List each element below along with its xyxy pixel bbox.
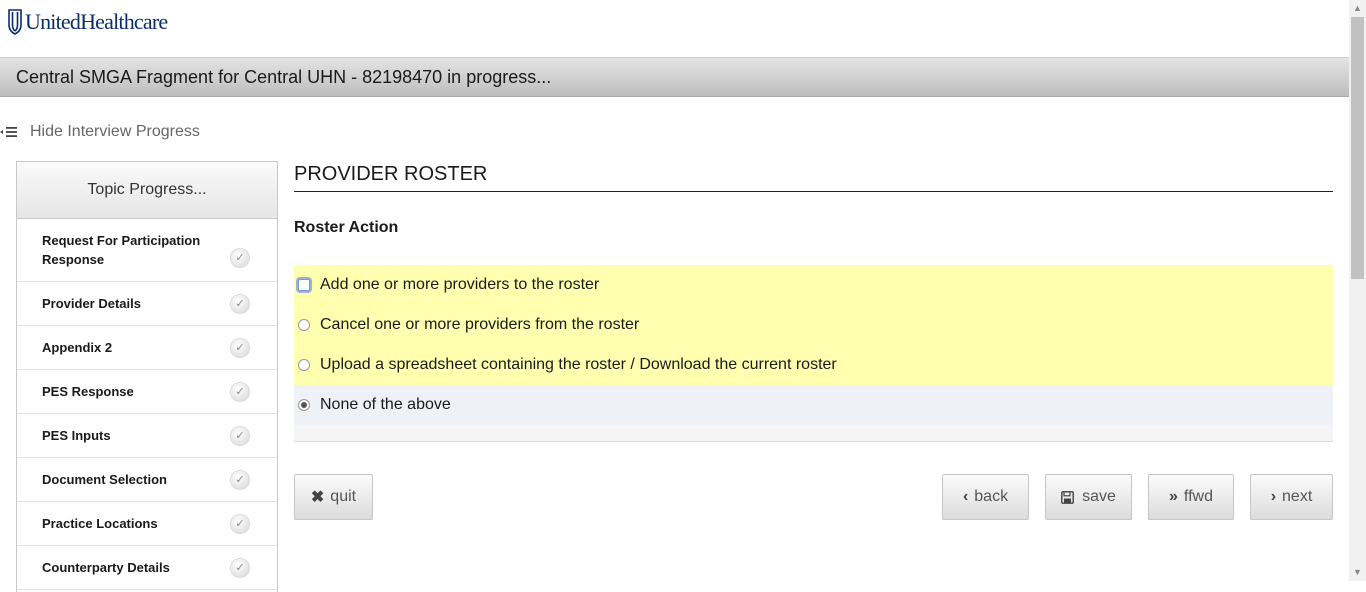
checkmark-icon: ✓	[231, 382, 249, 401]
checkmark-icon: ✓	[231, 514, 249, 533]
section-title: PROVIDER ROSTER	[294, 161, 1333, 192]
next-label: next	[1282, 488, 1313, 505]
ffwd-label: ffwd	[1183, 488, 1213, 505]
topic-practice-locations[interactable]: Practice Locations ✓	[17, 502, 277, 546]
save-label: save	[1082, 488, 1116, 505]
double-chevron-right-icon: »	[1169, 488, 1178, 505]
checkmark-icon: ✓	[231, 249, 249, 267]
checkmark-icon: ✓	[231, 294, 249, 313]
topic-provider-details[interactable]: Provider Details ✓	[17, 282, 277, 326]
interview-title-bar: Central SMGA Fragment for Central UHN - …	[0, 58, 1349, 97]
ffwd-button[interactable]: » ffwd	[1148, 474, 1234, 520]
topic-label: Request For Participation Response	[42, 233, 201, 267]
topic-progress-panel: Topic Progress... Request For Participat…	[16, 161, 278, 592]
radio-button[interactable]	[298, 279, 310, 291]
topic-appendix-2[interactable]: Appendix 2 ✓	[17, 326, 277, 370]
options-footer-divider	[294, 425, 1333, 442]
vertical-scrollbar[interactable]: ▲ ▼	[1349, 0, 1366, 581]
back-button[interactable]: ‹ back	[942, 474, 1029, 520]
option-label: Add one or more providers to the roster	[320, 276, 600, 293]
checkmark-icon: ✓	[231, 426, 249, 445]
quit-label: quit	[330, 488, 357, 505]
option-none-of-the-above[interactable]: None of the above	[294, 385, 1333, 425]
hide-progress-toggle[interactable]: Hide Interview Progress	[0, 123, 200, 141]
scroll-down-arrow-icon[interactable]: ▼	[1349, 564, 1366, 581]
topic-pes-response[interactable]: PES Response ✓	[17, 370, 277, 414]
collapse-menu-icon	[0, 127, 17, 137]
roster-action-options: Add one or more providers to the roster …	[294, 265, 1333, 442]
option-label: Upload a spreadsheet containing the rost…	[320, 356, 837, 373]
question-label: Roster Action	[294, 219, 399, 236]
interview-title: Central SMGA Fragment for Central UHN - …	[16, 67, 552, 87]
topic-label: PES Inputs	[42, 428, 111, 443]
topic-document-selection[interactable]: Document Selection ✓	[17, 458, 277, 502]
chevron-left-icon: ‹	[962, 488, 969, 505]
quit-button[interactable]: ✖ quit	[294, 474, 373, 520]
topic-label: Document Selection	[42, 472, 167, 487]
checkmark-icon: ✓	[231, 338, 249, 357]
topic-progress-heading: Topic Progress...	[17, 162, 277, 219]
back-label: back	[974, 488, 1009, 505]
save-button[interactable]: save	[1045, 474, 1132, 520]
scrollbar-thumb[interactable]	[1351, 17, 1364, 279]
topic-label: Provider Details	[42, 296, 141, 311]
topic-label: PES Response	[42, 384, 134, 399]
option-cancel-providers[interactable]: Cancel one or more providers from the ro…	[294, 305, 1333, 345]
shield-logo-icon	[8, 9, 22, 35]
topic-label: Appendix 2	[42, 340, 113, 355]
floppy-disk-icon	[1061, 490, 1074, 504]
brand-logo[interactable]: UnitedHealthcare	[8, 9, 168, 35]
logo-bar: UnitedHealthcare	[0, 0, 1349, 58]
option-label: Cancel one or more providers from the ro…	[320, 316, 640, 333]
chevron-right-icon: ›	[1270, 488, 1277, 505]
checkmark-icon: ✓	[231, 558, 249, 577]
option-label: None of the above	[320, 396, 451, 413]
scroll-up-arrow-icon[interactable]: ▲	[1349, 0, 1366, 17]
topic-counterparty-details[interactable]: Counterparty Details ✓	[17, 546, 277, 590]
topic-label: Counterparty Details	[42, 560, 170, 575]
brand-name: UnitedHealthcare	[25, 9, 168, 34]
radio-button[interactable]	[298, 399, 310, 411]
radio-button[interactable]	[298, 319, 310, 331]
topic-pes-inputs[interactable]: PES Inputs ✓	[17, 414, 277, 458]
next-button[interactable]: › next	[1250, 474, 1333, 520]
option-add-providers[interactable]: Add one or more providers to the roster	[294, 265, 1333, 305]
topic-request-for-participation[interactable]: Request For Participation Response ✓	[17, 219, 277, 282]
checkmark-icon: ✓	[231, 470, 249, 489]
close-icon: ✖	[310, 489, 325, 506]
hide-progress-label: Hide Interview Progress	[30, 123, 200, 140]
option-upload-spreadsheet[interactable]: Upload a spreadsheet containing the rost…	[294, 345, 1333, 385]
radio-button[interactable]	[298, 359, 310, 371]
main-content: PROVIDER ROSTER Roster Action Add one or…	[294, 161, 1333, 442]
topic-label: Practice Locations	[42, 516, 158, 531]
